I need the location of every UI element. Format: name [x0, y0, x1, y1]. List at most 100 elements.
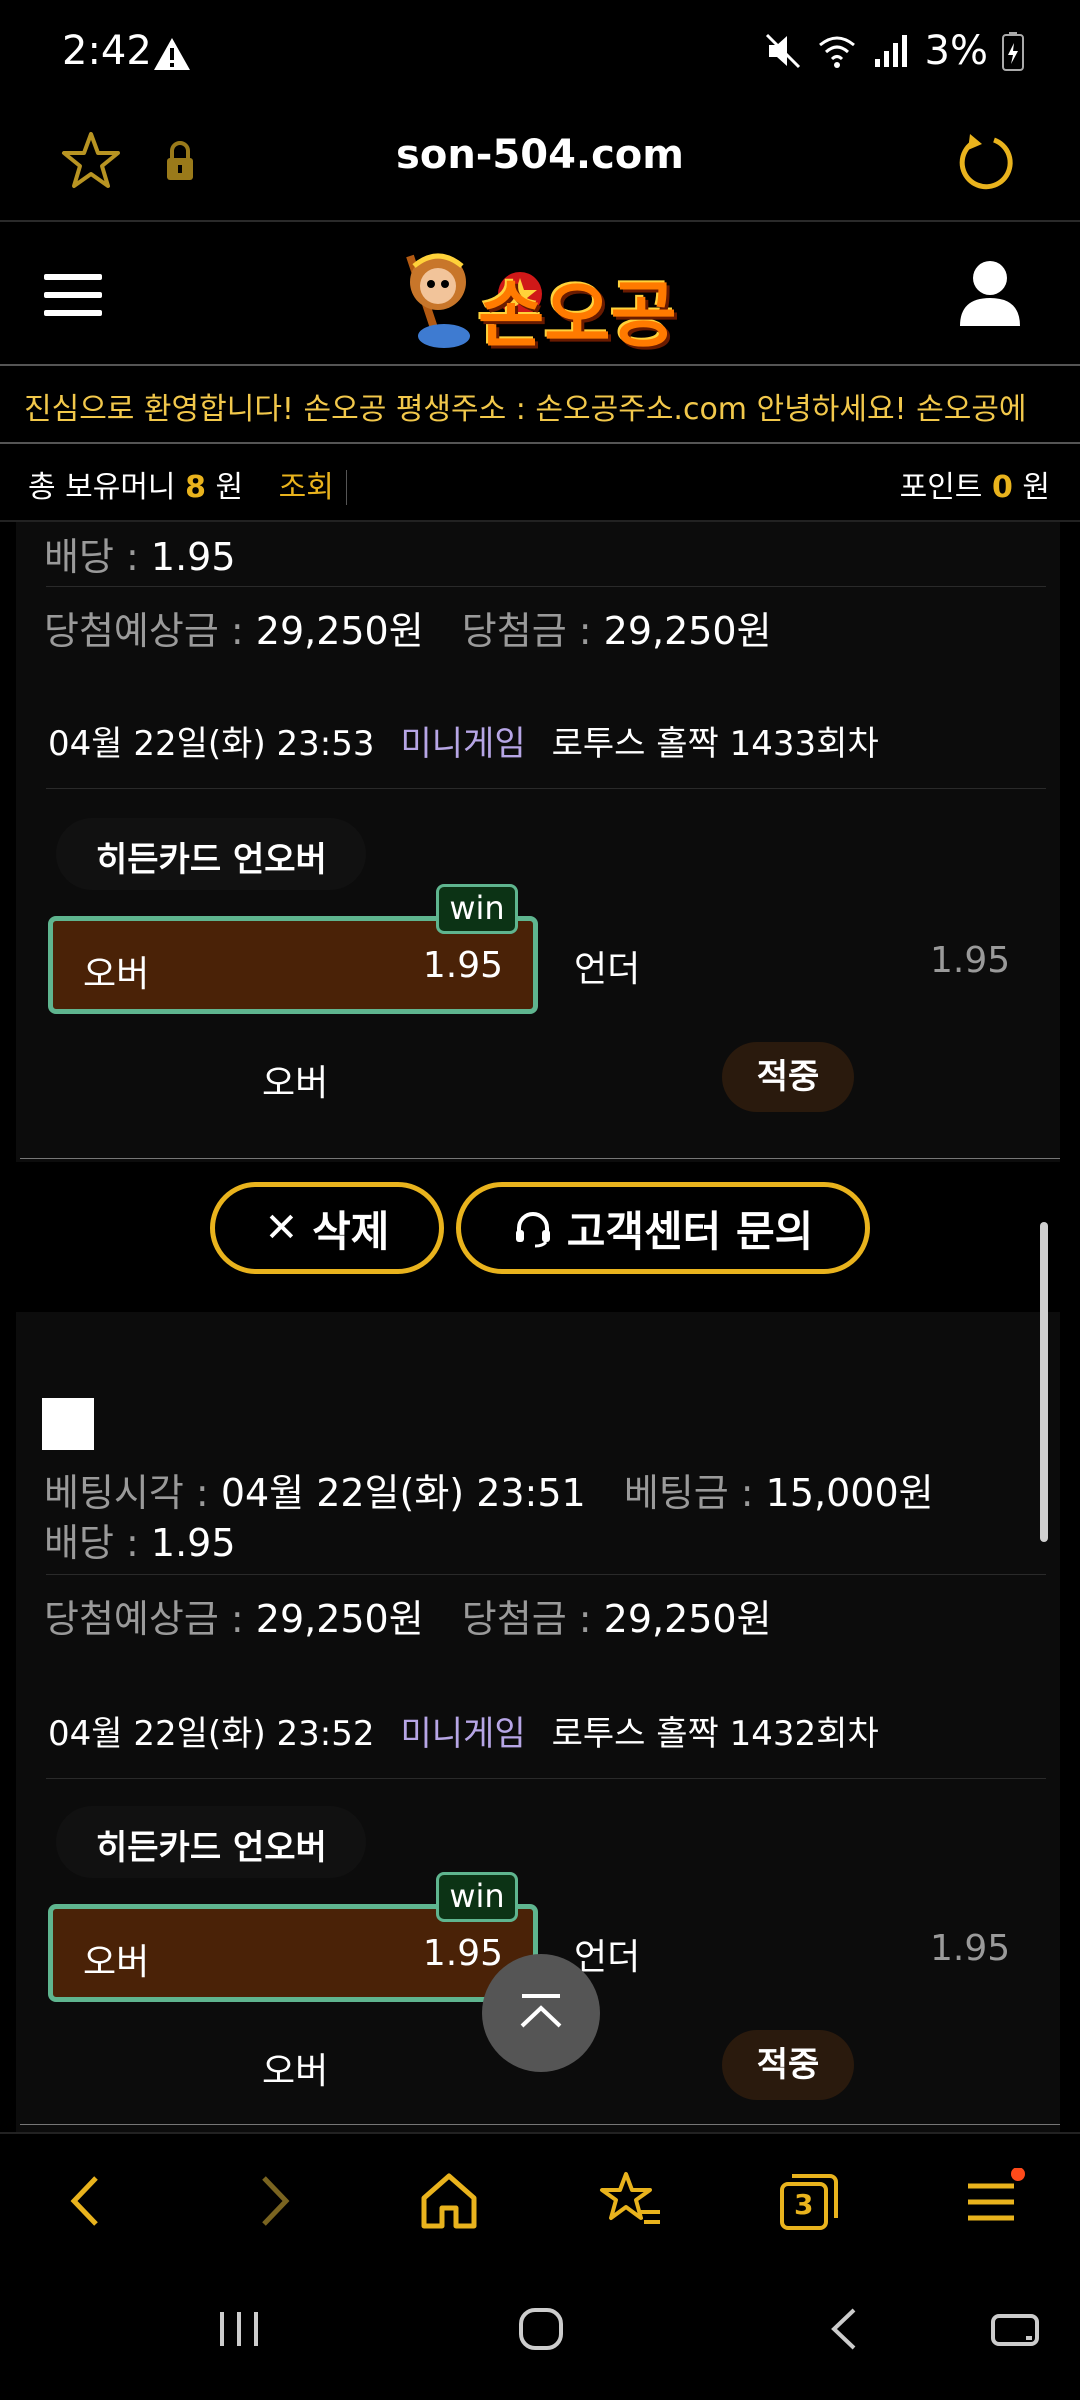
option-odds: 1.95 — [930, 1928, 1011, 1969]
money-label: 총 보유머니 — [28, 470, 176, 505]
bet-time-line: 베팅시각 : 04월 22일(화) 23:51 베팅금 : 15,000원 — [44, 1462, 934, 1517]
mute-icon — [765, 33, 800, 69]
customer-support-button[interactable]: 고객센터 문의 — [456, 1182, 870, 1274]
logo-text: 손오공 — [478, 273, 677, 357]
option-name: 언더 — [574, 949, 641, 990]
money-bar: 총 보유머니 8 원 조회 포인트 0 원 — [0, 446, 1080, 522]
expected-label: 당첨예상금 : — [44, 1597, 256, 1641]
bet-amount-label: 베팅금 : — [623, 1471, 766, 1515]
money-info: 총 보유머니 8 원 조회 — [28, 462, 347, 506]
win-badge: win — [436, 1872, 518, 1922]
odds-line: 배당 : 1.95 — [44, 526, 236, 581]
system-nav-bar — [0, 2262, 1080, 2400]
odds-line: 배당 : 1.95 — [44, 1512, 236, 1567]
delete-button[interactable]: ✕ 삭제 — [210, 1182, 444, 1274]
bookmarks-icon[interactable] — [598, 2168, 664, 2234]
site-header: 손오공 — [0, 224, 1080, 366]
scrollbar[interactable] — [1040, 1222, 1048, 1542]
expected-label: 당첨예상금 : — [44, 609, 256, 653]
battery-percent: 3% — [924, 28, 988, 74]
pick-value: 오버 — [262, 1063, 329, 1104]
winnings-value: 29,250원 — [603, 609, 772, 653]
select-checkbox[interactable] — [42, 1398, 94, 1450]
tabs-icon[interactable]: 3 — [776, 2168, 842, 2234]
point-value: 0 — [991, 470, 1013, 505]
support-label: 고객센터 문의 — [566, 1206, 814, 1256]
option-odds: 1.95 — [930, 940, 1011, 981]
reload-icon[interactable] — [954, 130, 1018, 194]
odds-label: 배당 : — [44, 535, 151, 579]
option-odds: 1.95 — [422, 945, 503, 986]
divider — [46, 788, 1046, 789]
game-datetime: 04월 22일(화) 23:52 — [48, 1714, 375, 1754]
divider — [46, 586, 1046, 587]
hamburger-menu-icon[interactable] — [44, 274, 102, 318]
game-category: 미니게임 — [400, 724, 526, 764]
winnings-label: 당첨금 : — [461, 1597, 604, 1641]
game-info: 04월 22일(화) 23:52 미니게임 로투스 홀짝 1432회차 — [48, 1706, 879, 1755]
winnings-line: 당첨예상금 : 29,250원 당첨금 : 29,250원 — [44, 1588, 772, 1643]
headset-icon — [515, 1212, 550, 1248]
home-nav-icon[interactable] — [516, 2304, 566, 2354]
market-tag: 히든카드 언오버 — [56, 1806, 366, 1878]
back-nav-icon[interactable] — [820, 2304, 870, 2354]
marquee-text: 진심으로 환영합니다! 손오공 평생주소 : 손오공주소.com 안녕하세요! … — [24, 392, 1027, 427]
option-name: 오버 — [83, 954, 150, 995]
signal-icon — [874, 35, 907, 67]
url-text[interactable]: son-504.com — [0, 132, 1080, 178]
odds-label: 배당 : — [44, 1521, 151, 1565]
odds-value: 1.95 — [150, 1521, 236, 1565]
browser-bottom-bar: 3 — [0, 2132, 1080, 2262]
game-datetime: 04월 22일(화) 23:53 — [48, 724, 375, 764]
status-bar: 2:42 3% — [0, 0, 1080, 110]
back-icon[interactable] — [54, 2168, 120, 2234]
game-name: 로투스 홀짝 1432회차 — [551, 1714, 879, 1754]
money-unit: 원 — [215, 470, 244, 505]
point-info: 포인트 0 원 — [900, 462, 1050, 506]
wifi-icon — [818, 36, 855, 68]
win-badge: win — [436, 884, 518, 934]
game-name: 로투스 홀짝 1433회차 — [551, 724, 879, 764]
point-unit: 원 — [1022, 470, 1050, 505]
odds-value: 1.95 — [150, 535, 236, 579]
divider — [46, 1778, 1046, 1779]
result-badge: 적중 — [722, 2030, 854, 2100]
status-right: 3% — [763, 28, 1024, 74]
chevron-up-icon — [520, 1994, 562, 2028]
battery-icon — [1002, 32, 1024, 71]
winnings-label: 당첨금 : — [461, 609, 604, 653]
recent-apps-icon[interactable] — [214, 2304, 264, 2354]
bet-history-list: 배당 : 1.95 당첨예상금 : 29,250원 당첨금 : 29,250원 … — [0, 522, 1080, 2132]
inquiry-button[interactable]: 조회 — [278, 470, 347, 505]
expected-value: 29,250원 — [255, 609, 424, 653]
close-icon: ✕ — [264, 1205, 299, 1251]
notice-marquee: 진심으로 환영합니다! 손오공 평생주소 : 손오공주소.com 안녕하세요! … — [0, 366, 1080, 444]
card-divider — [20, 1158, 1060, 1159]
scroll-to-top-button[interactable] — [482, 1954, 600, 2072]
card-divider — [20, 2124, 1060, 2125]
game-category: 미니게임 — [400, 1714, 526, 1754]
expected-value: 29,250원 — [255, 1597, 424, 1641]
browser-url-bar: son-504.com — [0, 110, 1080, 222]
winnings-line: 당첨예상금 : 29,250원 당첨금 : 29,250원 — [44, 600, 772, 655]
market-tag: 히든카드 언오버 — [56, 818, 366, 890]
divider — [46, 1574, 1046, 1575]
delete-label: 삭제 — [312, 1206, 390, 1256]
warning-icon — [154, 38, 190, 70]
option-name: 오버 — [83, 1942, 150, 1983]
forward-icon[interactable] — [240, 2168, 306, 2234]
winnings-value: 29,250원 — [603, 1597, 772, 1641]
game-info: 04월 22일(화) 23:53 미니게임 로투스 홀짝 1433회차 — [48, 716, 879, 765]
bet-time-value: 04월 22일(화) 23:51 — [220, 1471, 586, 1515]
result-badge: 적중 — [722, 1042, 854, 1112]
keyboard-toggle-icon[interactable] — [990, 2304, 1040, 2354]
money-value: 8 — [185, 470, 206, 505]
status-time: 2:42 — [62, 28, 152, 74]
bet-time-label: 베팅시각 : — [44, 1471, 221, 1515]
user-icon[interactable] — [958, 258, 1022, 328]
bet-card: 배당 : 1.95 당첨예상금 : 29,250원 당첨금 : 29,250원 … — [16, 522, 1060, 1162]
home-icon[interactable] — [416, 2168, 482, 2234]
tab-count: 3 — [794, 2188, 814, 2221]
point-label: 포인트 — [899, 470, 983, 505]
more-menu-icon[interactable] — [960, 2168, 1026, 2234]
